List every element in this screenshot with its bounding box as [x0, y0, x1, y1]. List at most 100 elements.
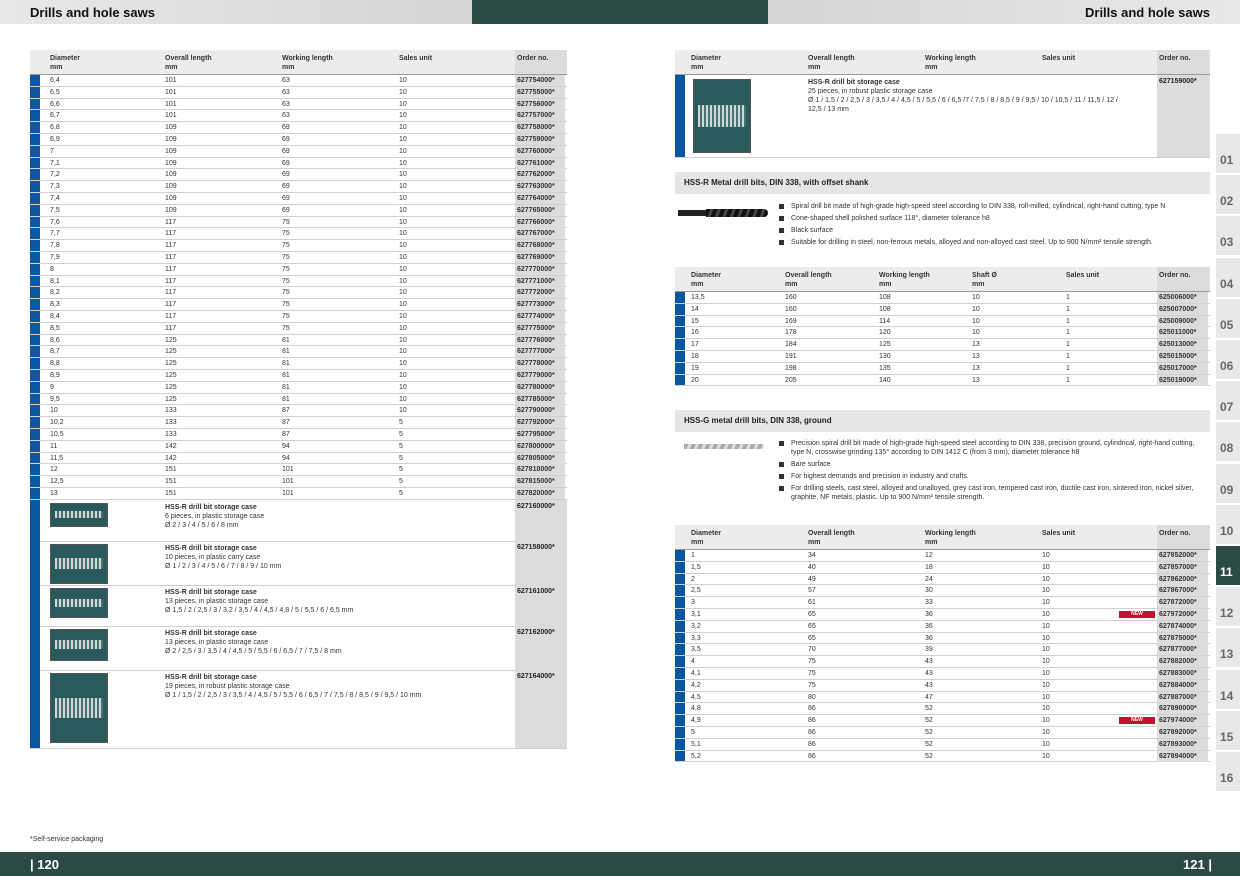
case-line1: 13 pieces, in plastic storage case	[165, 638, 269, 646]
case-title: HSS-R drill bit storage case	[165, 673, 257, 681]
col-order-no: Order no.	[515, 50, 567, 74]
cell: 7,3	[50, 183, 60, 191]
table-row: 4,8 86 52 10 627890000*	[675, 703, 1210, 716]
order-number: 625019000*	[1157, 374, 1208, 386]
cell: 7,7	[50, 230, 60, 238]
table-header: Diameter mm Overall length mm Working le…	[675, 50, 1210, 75]
cell: 117	[165, 242, 177, 250]
cell: 10,2	[50, 419, 64, 427]
cell: 81	[282, 348, 290, 356]
chapter-tab-08[interactable]: 08	[1216, 422, 1240, 463]
chapter-tab-13[interactable]: 13	[1216, 628, 1240, 669]
chapter-tab-04[interactable]: 04	[1216, 257, 1240, 298]
chapter-tab-11[interactable]: 11	[1216, 546, 1240, 586]
cell: 10	[399, 147, 407, 155]
table-row: 16 178 120 10 1 625011000*	[675, 327, 1210, 340]
section-title: HSS-R Metal drill bits, DIN 338, with of…	[684, 178, 869, 187]
chapter-tab-07[interactable]: 07	[1216, 381, 1240, 422]
cell: 10	[972, 317, 980, 325]
cell: 125	[165, 372, 177, 379]
case-line2: Ø 1 / 1,5 / 2 / 2,5 / 3 / 3,5 / 4 / 4,5 …	[165, 691, 422, 699]
cell: 24	[925, 575, 933, 583]
order-number: 627810000*	[515, 464, 565, 476]
case-row: HSS-R drill bit storage case 10 pieces, i…	[30, 540, 567, 586]
order-number: 627757000*	[515, 110, 565, 122]
cell: 13	[972, 364, 980, 372]
cell: 10	[399, 230, 407, 238]
order-number: 627767000*	[515, 228, 565, 240]
chapter-tab-03[interactable]: 03	[1216, 216, 1240, 257]
table-row: 12,5 151 101 5 627815000*	[30, 476, 567, 488]
cell: 109	[165, 147, 177, 155]
cell: 1	[1066, 364, 1070, 372]
order-number: 627884000*	[1157, 679, 1208, 691]
cell: 142	[165, 442, 177, 450]
storage-case-image	[50, 672, 108, 743]
cell: 10	[1042, 729, 1050, 736]
cell: 6,5	[50, 88, 60, 96]
section-title: HSS-G metal drill bits, DIN 338, ground	[684, 416, 832, 425]
cell: 65	[808, 611, 816, 618]
storage-case-image	[693, 79, 751, 153]
feature-bullet: For drilling steels, cast steel, alloyed…	[779, 484, 1204, 502]
cell: 10	[1042, 563, 1050, 571]
col-diameter: Diameter mm	[691, 55, 721, 71]
chapter-tab-05[interactable]: 05	[1216, 298, 1240, 339]
cell: 205	[785, 376, 797, 384]
cell: 63	[282, 100, 290, 108]
cell: 87	[282, 407, 290, 415]
chapter-tab-06[interactable]: 06	[1216, 340, 1240, 380]
col-sales-unit: Sales unit	[399, 55, 433, 62]
table-row: 10,2 133 87 5 627792000*	[30, 417, 567, 429]
table-row: 11 142 94 5 627800000*	[30, 440, 567, 453]
order-number: 627815000*	[515, 476, 565, 488]
cell: 87	[282, 419, 290, 427]
table-row: 4,5 80 47 10 627887000*	[675, 691, 1210, 704]
order-number: 627770000*	[515, 263, 565, 275]
cell: 10	[50, 407, 58, 415]
cell: 10	[399, 360, 407, 368]
chapter-tab-16[interactable]: 16	[1216, 752, 1240, 792]
order-number: 627771000*	[515, 275, 565, 287]
order-number: 627759000*	[515, 134, 565, 145]
chapter-tab-10[interactable]: 10	[1216, 504, 1240, 545]
cell: 1	[1066, 341, 1070, 349]
case-order-no: 627159000*	[1157, 75, 1210, 157]
chapter-tab-02[interactable]: 02	[1216, 175, 1240, 216]
chapter-tab-14[interactable]: 14	[1216, 669, 1240, 710]
order-number: 625017000*	[1157, 362, 1208, 374]
table-row: 9 125 81 10 627780000*	[30, 381, 567, 394]
cell: 10	[1042, 717, 1050, 725]
case-line2: Ø 1 / 1,5 / 2 / 2,5 / 3 / 3,5 / 4 / 4,5 …	[808, 97, 1118, 104]
chapter-tab-12[interactable]: 12	[1216, 587, 1240, 628]
cell: 133	[165, 419, 177, 427]
cell: 10	[399, 407, 407, 415]
cell: 18	[925, 563, 933, 571]
cell: 10	[1042, 658, 1050, 666]
table-row: 8,3 117 75 10 627773000*	[30, 299, 567, 311]
case-line2: Ø 2 / 3 / 4 / 5 / 6 / 8 mm	[165, 521, 239, 529]
chapter-tab-15[interactable]: 15	[1216, 710, 1240, 751]
cell: 117	[165, 324, 177, 332]
chapter-tab-label: 14	[1220, 688, 1234, 703]
table-row: 1 34 12 10 627852000*	[675, 550, 1210, 562]
new-badge: NEW	[1119, 717, 1155, 725]
cell: 81	[282, 336, 290, 344]
table-row: 7,3 109 69 10 627763000*	[30, 181, 567, 193]
chapter-tab-01[interactable]: 01	[1216, 134, 1240, 174]
order-number: 627754000*	[515, 75, 565, 86]
table-row: 3 61 33 10 627872000*	[675, 597, 1210, 609]
cell: 69	[282, 124, 290, 132]
cell: 10	[1042, 622, 1050, 630]
order-number: 627780000*	[515, 381, 565, 393]
chapter-tab-09[interactable]: 09	[1216, 463, 1240, 504]
order-number: 627882000*	[1157, 656, 1208, 668]
cell: 19	[691, 364, 699, 372]
storage-case-image	[50, 543, 108, 584]
cell: 3,5	[691, 646, 701, 654]
cell: 81	[282, 395, 290, 403]
cell: 4,1	[691, 670, 701, 677]
cell: 75	[282, 265, 290, 273]
cell: 160	[785, 294, 797, 301]
cell: 117	[165, 289, 177, 297]
